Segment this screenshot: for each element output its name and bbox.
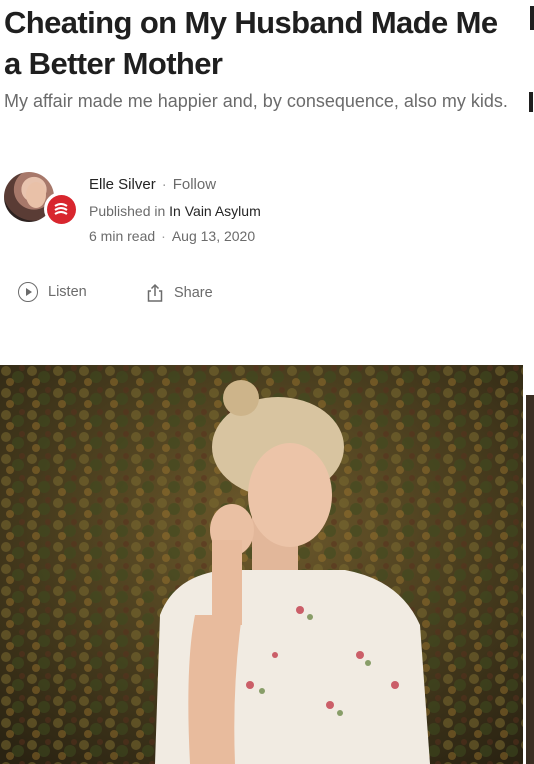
hero-image <box>0 365 527 764</box>
publication-link[interactable]: In Vain Asylum <box>169 203 261 219</box>
article-subtitle: My affair made me happier and, by conseq… <box>4 91 508 111</box>
share-icon <box>147 283 163 302</box>
separator-dot: · <box>161 176 167 193</box>
publication-line: Published in In Vain Asylum <box>89 202 261 220</box>
follow-button[interactable]: Follow <box>173 176 216 193</box>
published-in-label: Published in <box>89 203 166 219</box>
edge-fragment <box>530 6 534 30</box>
publish-date: Aug 13, 2020 <box>171 228 256 244</box>
article-title: Cheating on My Husband Made Me a Better … <box>4 5 498 81</box>
hero-photo <box>0 365 527 764</box>
separator-dot: · <box>161 228 166 244</box>
article-actions: Listen Share <box>18 282 278 312</box>
author-name-link[interactable]: Elle Silver <box>89 176 156 193</box>
listen-label: Listen <box>48 284 87 300</box>
play-circle-icon <box>18 282 38 302</box>
avatar-face <box>26 182 46 208</box>
edge-fragment <box>529 92 533 112</box>
article-meta: 6 min read · Aug 13, 2020 <box>89 227 255 245</box>
publication-avatar[interactable] <box>44 192 78 226</box>
read-time: 6 min read <box>89 228 156 244</box>
publication-logo-icon <box>46 194 76 224</box>
share-button[interactable]: Share <box>144 282 213 304</box>
listen-button[interactable]: Listen <box>18 282 87 302</box>
adjacent-image-fragment <box>526 395 534 764</box>
author-line: Elle Silver · Follow <box>89 175 216 195</box>
author-byline: Elle Silver · Follow Published in In Vain … <box>4 170 404 250</box>
share-label: Share <box>174 285 213 301</box>
article: Cheating on My Husband Made Me a Better … <box>0 0 527 764</box>
